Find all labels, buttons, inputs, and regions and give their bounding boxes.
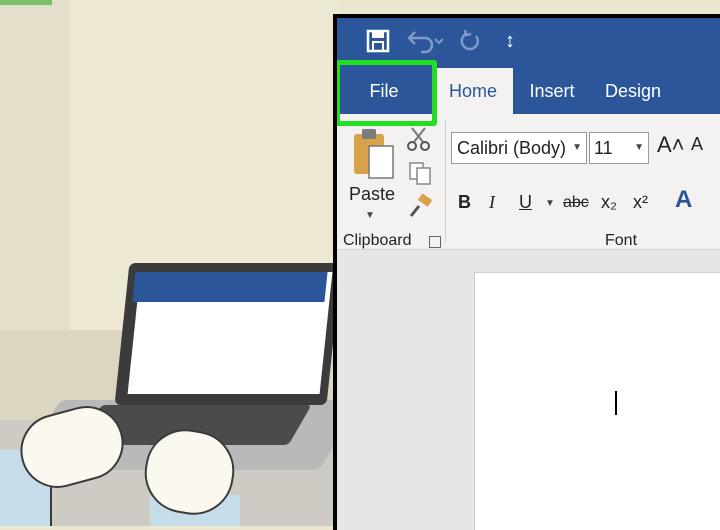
paste-button[interactable]: Paste xyxy=(349,184,395,205)
dialog-launcher-icon[interactable] xyxy=(429,236,441,248)
shrink-font-button[interactable]: A xyxy=(691,134,703,155)
subscript-button[interactable]: x₂ xyxy=(601,192,617,213)
font-size-value: 11 xyxy=(594,138,613,158)
format-painter-icon[interactable] xyxy=(407,194,433,220)
save-icon[interactable] xyxy=(365,28,391,54)
font-size-select[interactable]: 11 ▼ xyxy=(589,132,649,164)
underline-dropdown-icon[interactable]: ▼ xyxy=(545,198,555,209)
underline-button[interactable]: U xyxy=(519,192,532,213)
strikethrough-button[interactable]: abc xyxy=(563,194,589,212)
chevron-down-icon[interactable]: ▼ xyxy=(634,133,644,163)
font-name-select[interactable]: Calibri (Body) ▼ xyxy=(451,132,587,164)
paste-dropdown-icon[interactable]: ▼ xyxy=(365,210,375,221)
paste-icon[interactable] xyxy=(351,126,397,180)
document-page[interactable] xyxy=(474,272,720,530)
customize-toolbar-icon[interactable]: ↕ xyxy=(502,30,518,52)
cut-icon[interactable] xyxy=(405,126,433,152)
tab-overflow xyxy=(699,68,720,114)
tab-home[interactable]: Home xyxy=(433,68,513,114)
superscript-button[interactable]: x² xyxy=(633,192,648,213)
bold-button[interactable]: B xyxy=(458,192,471,213)
corner-accent xyxy=(0,0,52,5)
text-effects-button[interactable]: A xyxy=(675,186,692,214)
tab-design[interactable]: Design xyxy=(593,68,673,114)
undo-icon[interactable] xyxy=(405,28,445,54)
clipboard-group-label: Clipboard xyxy=(343,232,412,249)
group-divider xyxy=(445,120,446,242)
document-area xyxy=(337,250,720,530)
chevron-down-icon[interactable]: ▼ xyxy=(572,133,582,163)
tab-insert[interactable]: Insert xyxy=(519,68,585,114)
grow-font-button[interactable]: A˄ xyxy=(657,132,685,158)
word-window-zoom: ↕ File Home Insert Design Paste ▼ Clipbo… xyxy=(333,14,720,530)
laptop-word-ribbon xyxy=(132,272,328,302)
text-cursor xyxy=(615,391,617,415)
font-group-label: Font xyxy=(605,232,638,249)
italic-button[interactable]: I xyxy=(489,192,495,213)
ribbon-home: Paste ▼ Clipboard Calibri (Body) ▼ 11 ▼ … xyxy=(337,114,720,250)
redo-icon[interactable] xyxy=(457,28,483,54)
font-name-value: Calibri (Body) xyxy=(457,138,567,158)
copy-icon[interactable] xyxy=(407,160,433,186)
file-tab-highlight xyxy=(337,60,437,126)
